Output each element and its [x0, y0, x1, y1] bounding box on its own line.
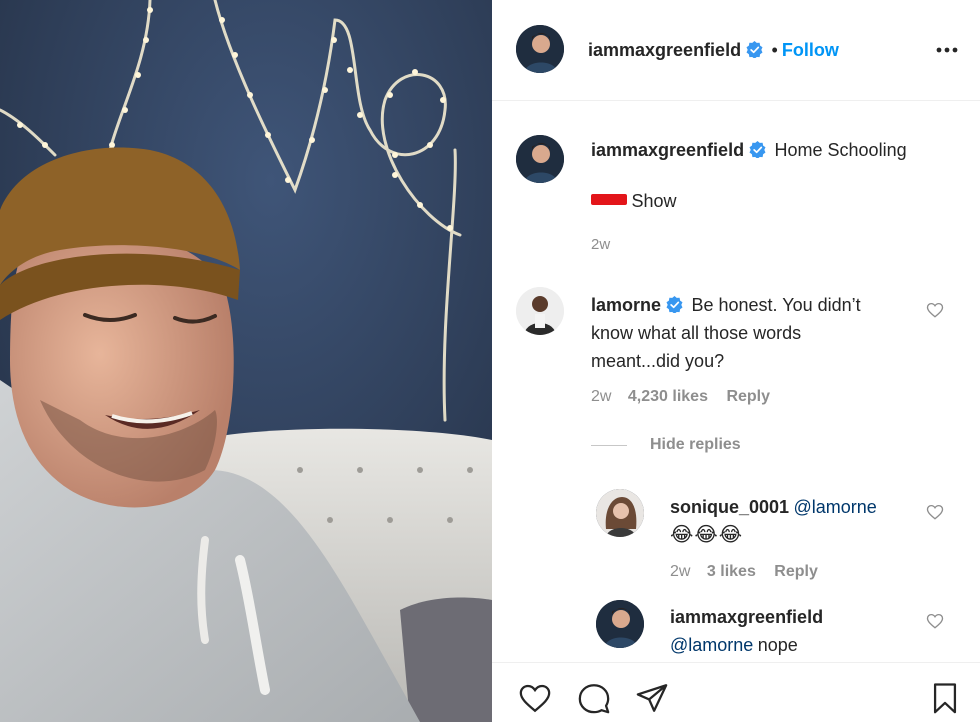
avatar-image — [596, 600, 644, 648]
reply-meta: 2w 3 likes Reply — [670, 563, 818, 581]
reply-likes[interactable]: 3 likes — [707, 563, 756, 580]
post-header: iammaxgreenfield • Follow — [492, 0, 980, 101]
reply-author-mention[interactable]: @lamorne — [670, 635, 753, 655]
comment-username[interactable]: lamorne — [591, 295, 661, 315]
caption-author-avatar[interactable] — [516, 135, 564, 183]
caption-line: iammaxgreenfield Home Schooling — [591, 140, 907, 161]
hide-replies-divider — [591, 445, 627, 446]
caption-username[interactable]: iammaxgreenfield — [591, 140, 744, 160]
post-photo-illustration — [0, 0, 492, 722]
comment-time[interactable]: 2w — [591, 388, 611, 405]
comment-meta: 2w 4,230 likes Reply — [591, 388, 770, 406]
comment-bubble-icon[interactable] — [577, 681, 611, 715]
post-sidebar: iammaxgreenfield • Follow iammaxgreenfiel… — [492, 0, 980, 722]
reply-avatar-author[interactable] — [596, 600, 644, 648]
author-username[interactable]: iammaxgreenfield — [588, 40, 741, 60]
reply-sonique: sonique_0001 @lamorne 😂😂😂 — [670, 494, 930, 550]
comment-text-line-3: meant...did you? — [591, 351, 725, 371]
avatar-image — [596, 489, 644, 537]
like-heart-icon[interactable] — [518, 681, 552, 715]
post-action-bar — [492, 662, 980, 722]
header-user-line: iammaxgreenfield • Follow — [588, 40, 839, 61]
comment-text-line-2: know what all those words — [591, 323, 802, 343]
reply-avatar-sonique[interactable] — [596, 489, 644, 537]
reply-username[interactable]: sonique_0001 — [670, 497, 789, 517]
post-image[interactable] — [0, 0, 492, 722]
save-bookmark-icon[interactable] — [928, 681, 962, 715]
reply-reply-button[interactable]: Reply — [774, 563, 818, 580]
hide-replies-button[interactable]: Hide replies — [650, 436, 741, 454]
reply-author-text: nope — [757, 635, 798, 655]
share-paper-plane-icon[interactable] — [635, 681, 669, 715]
avatar-image — [516, 287, 564, 335]
verified-badge-icon — [666, 296, 683, 313]
reply-time[interactable]: 2w — [670, 563, 690, 580]
reply-mention[interactable]: @lamorne — [794, 497, 877, 517]
caption-timestamp[interactable]: 2w — [591, 236, 610, 253]
caption-text: Home Schooling — [774, 140, 907, 160]
comment-lamorne: lamorne Be honest. You didn’t know what … — [591, 292, 911, 376]
like-reply-heart-icon[interactable] — [926, 503, 944, 521]
comment-likes[interactable]: 4,230 likes — [628, 388, 708, 405]
redacted-word-icon — [591, 194, 627, 205]
like-reply-heart-icon[interactable] — [926, 612, 944, 630]
comment-text-line-1: Be honest. You didn’t — [691, 295, 861, 315]
reply-author: iammaxgreenfield @lamorne nope — [670, 604, 930, 660]
more-horizontal-icon — [936, 47, 958, 53]
more-options-button[interactable] — [932, 36, 962, 64]
avatar-image — [516, 135, 564, 183]
verified-badge-icon — [749, 141, 766, 158]
reply-author-username[interactable]: iammaxgreenfield — [670, 607, 823, 627]
caption-show-text: Show — [631, 191, 677, 211]
follow-button[interactable]: Follow — [782, 40, 839, 60]
comment-avatar-lamorne[interactable] — [516, 287, 564, 335]
caption-second-line: Show — [591, 191, 676, 212]
avatar-image — [516, 25, 564, 73]
like-comment-heart-icon[interactable] — [926, 301, 944, 319]
author-avatar[interactable] — [516, 25, 564, 73]
comment-reply-button[interactable]: Reply — [726, 388, 770, 405]
header-separator: • — [771, 40, 778, 60]
reply-emoji: 😂😂😂 — [670, 524, 744, 546]
verified-badge-icon — [746, 41, 763, 58]
